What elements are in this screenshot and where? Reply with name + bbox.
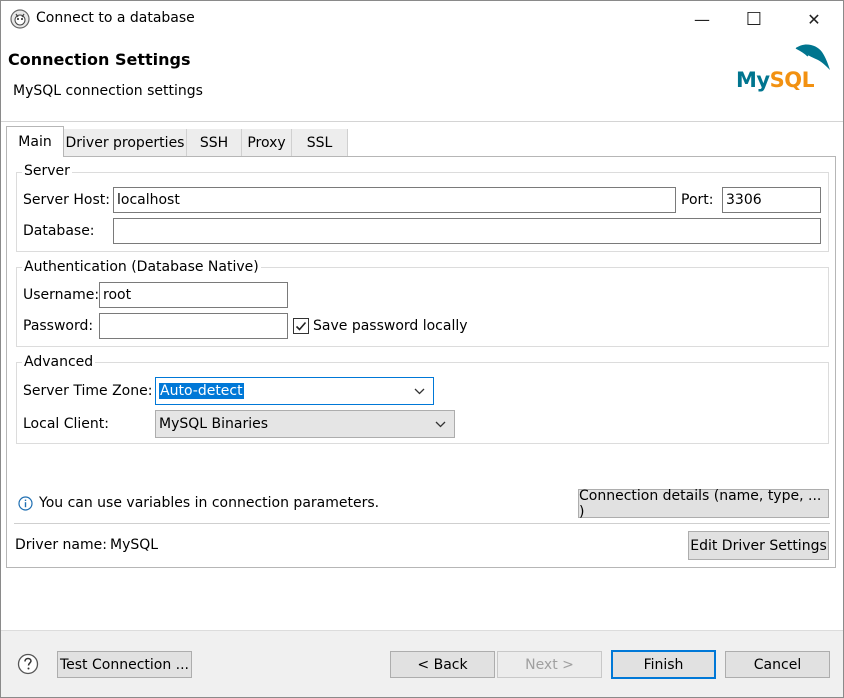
tab-main[interactable]: Main	[6, 126, 64, 157]
driver-name-label: Driver name:	[15, 537, 107, 553]
password-input[interactable]	[99, 313, 288, 339]
password-label: Password:	[23, 318, 94, 334]
username-label: Username:	[23, 287, 100, 303]
connection-details-button[interactable]: Connection details (name, type, ... )	[578, 488, 829, 520]
save-password-checkbox[interactable]	[293, 318, 309, 334]
finish-button[interactable]: Finish	[611, 650, 716, 679]
auth-legend: Authentication (Database Native)	[22, 259, 261, 275]
timezone-select[interactable]: Auto-detect	[155, 377, 434, 405]
save-password-label[interactable]: Save password locally	[313, 318, 468, 334]
mysql-logo: MySQL	[734, 40, 834, 96]
help-icon[interactable]	[17, 653, 39, 675]
tab-proxy[interactable]: Proxy	[242, 129, 292, 156]
checkmark-icon	[295, 321, 307, 331]
test-connection-button[interactable]: Test Connection ...	[57, 651, 192, 678]
page-subtitle: MySQL connection settings	[13, 83, 203, 99]
back-button[interactable]: < Back	[390, 651, 495, 678]
tab-driver-properties[interactable]: Driver properties	[64, 129, 187, 156]
tab-ssl[interactable]: SSL	[292, 129, 348, 156]
advanced-legend: Advanced	[22, 354, 96, 370]
database-input[interactable]	[113, 218, 821, 244]
minimize-button[interactable]: —	[676, 0, 728, 38]
tab-ssh[interactable]: SSH	[187, 129, 242, 156]
chevron-down-icon	[435, 411, 446, 437]
server-host-label: Server Host:	[23, 192, 110, 208]
cancel-button[interactable]: Cancel	[725, 651, 830, 678]
username-input[interactable]: root	[99, 282, 288, 308]
server-host-input[interactable]: localhost	[113, 187, 676, 213]
database-label: Database:	[23, 223, 95, 239]
close-button[interactable]: ✕	[788, 0, 840, 38]
page-title: Connection Settings	[8, 50, 191, 69]
server-legend: Server	[22, 163, 72, 179]
window-title: Connect to a database	[36, 10, 195, 26]
local-client-select[interactable]: MySQL Binaries	[155, 410, 455, 438]
port-label: Port:	[681, 192, 714, 208]
chevron-down-icon	[414, 378, 425, 404]
driver-name-value: MySQL	[110, 537, 159, 553]
timezone-value: Auto-detect	[159, 383, 244, 399]
timezone-label: Server Time Zone:	[23, 383, 153, 399]
maximize-button[interactable]: ☐	[728, 0, 780, 38]
local-client-label: Local Client:	[23, 416, 109, 432]
info-icon	[18, 496, 33, 511]
edit-driver-settings-button[interactable]: Edit Driver Settings	[688, 531, 829, 560]
port-input[interactable]: 3306	[722, 187, 821, 213]
local-client-value: MySQL Binaries	[159, 416, 269, 432]
next-button[interactable]: Next >	[497, 651, 602, 678]
app-icon	[10, 9, 30, 29]
mysql-logo-text: MySQL	[736, 68, 815, 92]
variables-info-text: You can use variables in connection para…	[39, 495, 380, 511]
